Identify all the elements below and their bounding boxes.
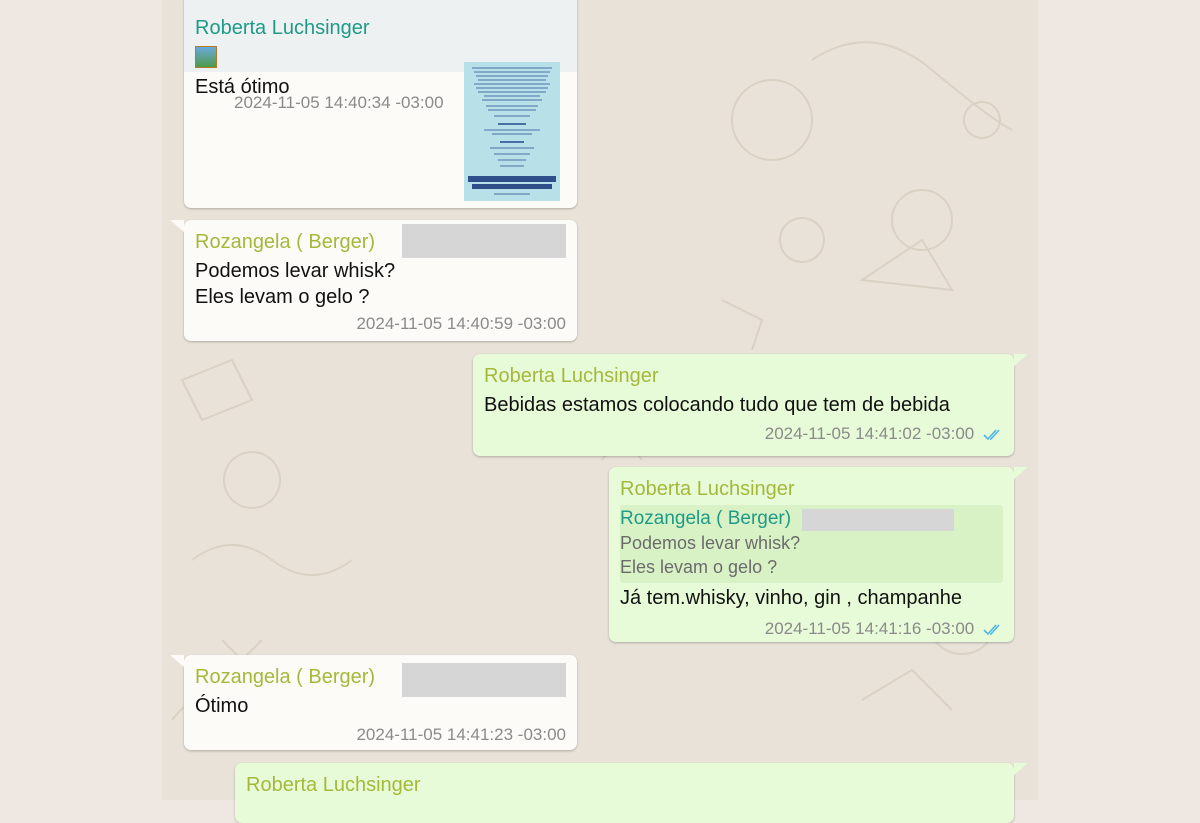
timestamp: 2024-11-05 14:41:23 -03:00 [356, 725, 566, 744]
message-bubble[interactable]: Rozangela ( Berger) Ótimo 2024-11-05 14:… [170, 655, 577, 750]
redacted-phone [801, 508, 954, 531]
redacted-phone [402, 663, 566, 697]
quoted-sender-row: Rozangela ( Berger) [620, 507, 1001, 531]
timestamp: 2024-11-05 14:40:34 -03:00 [234, 93, 444, 112]
sender-name: Roberta Luchsinger [620, 478, 795, 500]
sender-row: Rozangela ( Berger) [195, 663, 566, 697]
timestamp: 2024-11-05 14:40:59 -03:00 [356, 314, 566, 333]
document-image-thumbnail[interactable] [464, 62, 560, 201]
double-check-icon [983, 623, 1000, 635]
message-text-line: Eles levam o gelo ? [195, 286, 370, 308]
sender-name: Roberta Luchsinger [195, 17, 370, 39]
quoted-text-line: Eles levam o gelo ? [620, 557, 778, 577]
message-text: Já tem.whisky, vinho, gin , champanhe [620, 587, 963, 609]
sender-name: Rozangela ( Berger) [195, 666, 376, 688]
sender-name: Rozangela ( Berger) [195, 231, 376, 253]
quoted-text-line: Podemos levar whisk? [620, 533, 801, 553]
timestamp-row: 2024-11-05 14:41:16 -03:00 [620, 619, 1003, 639]
double-check-icon [983, 428, 1000, 440]
quoted-message[interactable]: Rozangela ( Berger) Podemos levar whisk?… [620, 505, 1003, 583]
timestamp-row: 2024-11-05 14:41:02 -03:00 [484, 424, 1003, 444]
document-thumbnail-graphic [468, 67, 556, 195]
message-bubble[interactable]: Roberta Luchsinger Bebidas estamos coloc… [473, 354, 1028, 456]
image-icon[interactable] [195, 46, 217, 68]
message-bubble[interactable]: Roberta Luchsinger Está ótimo 2024-11-05… [184, 0, 577, 208]
message-bubble[interactable]: Roberta Luchsinger Rozangela ( Berger) P… [609, 467, 1028, 642]
timestamp: 2024-11-05 14:41:16 -03:00 [764, 619, 975, 638]
message-text-line: Podemos levar whisk? [195, 260, 396, 282]
sender-name: Roberta Luchsinger [484, 365, 659, 387]
sender-row: Rozangela ( Berger) [195, 224, 566, 258]
sender-name: Roberta Luchsinger [246, 774, 421, 796]
quoted-sender: Rozangela ( Berger) [620, 508, 792, 529]
redacted-phone [402, 224, 566, 258]
message-bubble[interactable]: Roberta Luchsinger [235, 763, 1028, 823]
message-text: Bebidas estamos colocando tudo que tem d… [484, 394, 950, 416]
timestamp: 2024-11-05 14:41:02 -03:00 [764, 424, 975, 443]
message-bubble[interactable]: Rozangela ( Berger) Podemos levar whisk?… [170, 220, 577, 341]
